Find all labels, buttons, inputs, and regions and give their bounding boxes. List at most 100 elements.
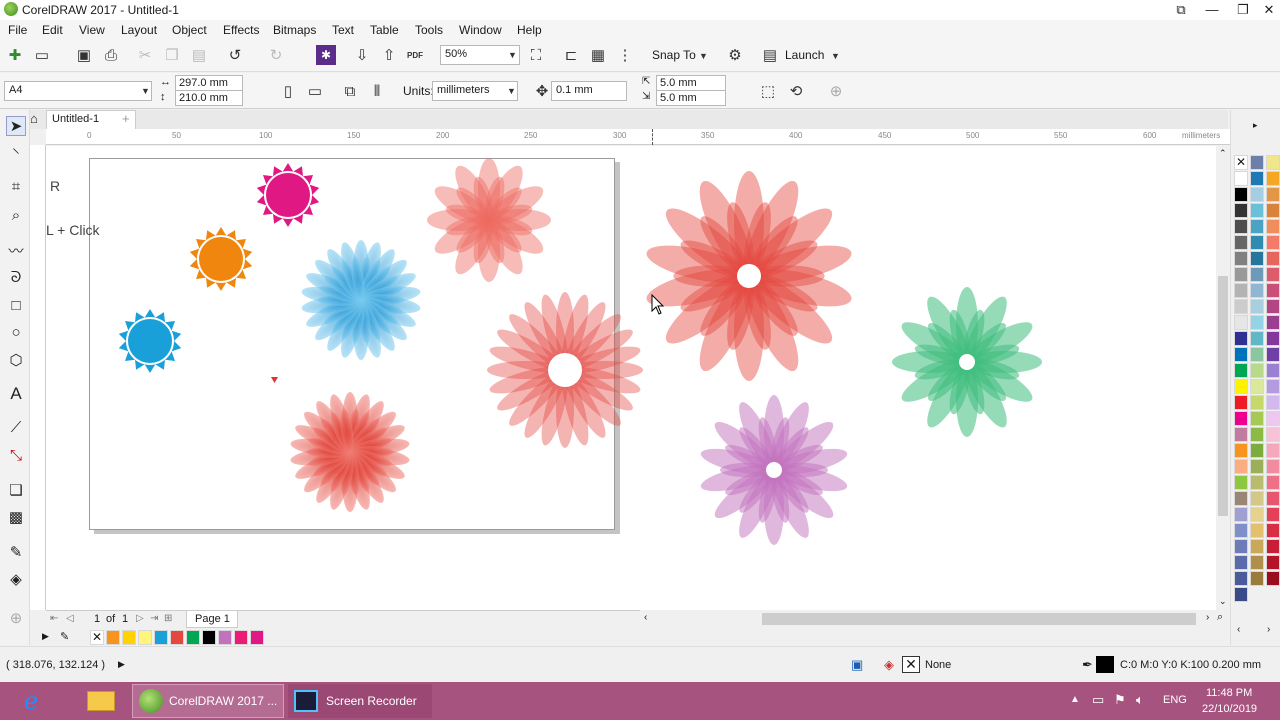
language-indicator[interactable]: ENG xyxy=(1163,694,1187,706)
color-swatch[interactable] xyxy=(1234,219,1248,234)
last-page-icon[interactable]: ⇥ xyxy=(150,613,158,624)
page-tab[interactable]: Page 1 xyxy=(186,611,238,628)
import-icon[interactable]: ⇩ xyxy=(352,45,372,65)
zoom-tool-icon[interactable]: ⌕ xyxy=(6,205,26,225)
color-swatch[interactable] xyxy=(1234,475,1248,490)
color-swatch[interactable] xyxy=(1234,587,1248,602)
eyedropper-icon[interactable]: ✎ xyxy=(60,630,69,643)
ellipse-tool-icon[interactable]: ○ xyxy=(6,322,26,342)
chevron-down-icon[interactable]: ▼ xyxy=(141,86,150,96)
text-tool-icon[interactable]: A xyxy=(6,384,26,404)
file-explorer-icon[interactable] xyxy=(84,684,118,718)
cut-icon[interactable]: ✂ xyxy=(135,45,155,65)
prev-page-icon[interactable]: ◁ xyxy=(66,613,74,624)
document-color-swatch[interactable] xyxy=(250,630,264,645)
red-flower-shape[interactable] xyxy=(289,392,410,512)
crop-tool-icon[interactable]: ⌗ xyxy=(6,176,26,196)
menu-file[interactable]: File xyxy=(8,23,27,37)
no-fill-swatch-icon[interactable]: ✕ xyxy=(902,656,920,673)
freehand-tool-icon[interactable]: 〰 xyxy=(6,240,26,260)
redo-icon[interactable]: ↻ xyxy=(266,45,286,65)
color-swatch[interactable] xyxy=(1250,491,1264,506)
color-swatch[interactable] xyxy=(1250,571,1264,586)
color-swatch[interactable] xyxy=(1234,363,1248,378)
save-icon[interactable]: ▣ xyxy=(74,45,94,65)
drop-shadow-icon[interactable]: ❏ xyxy=(6,480,26,500)
paste-icon[interactable]: ▤ xyxy=(189,45,209,65)
menu-effects[interactable]: Effects xyxy=(223,23,259,37)
draw-ruler-icon[interactable]: ⟲ xyxy=(786,81,806,101)
artwork[interactable] xyxy=(46,146,1216,610)
palette-scroll-right-icon[interactable]: › xyxy=(1267,624,1270,635)
color-swatch[interactable] xyxy=(1250,475,1264,490)
landscape-icon[interactable]: ▭ xyxy=(305,81,325,101)
red-ring-flower-shape[interactable] xyxy=(487,292,643,448)
color-swatch[interactable] xyxy=(1250,155,1264,170)
duplicate-x-field[interactable]: 5.0 mm xyxy=(656,75,726,91)
all-pages-icon[interactable]: ⧉ xyxy=(340,81,360,101)
polygon-tool-icon[interactable]: ⬡ xyxy=(6,350,26,370)
color-swatch[interactable] xyxy=(1266,347,1280,362)
document-color-swatch[interactable] xyxy=(234,630,248,645)
document-color-swatch[interactable] xyxy=(138,630,152,645)
export-icon[interactable]: ⇧ xyxy=(379,45,399,65)
color-swatch[interactable] xyxy=(1250,555,1264,570)
color-proof-icon[interactable]: ▣ xyxy=(851,657,863,673)
color-swatch[interactable] xyxy=(1266,331,1280,346)
color-swatch[interactable] xyxy=(1250,203,1264,218)
artistic-media-icon[interactable]: ᘐ xyxy=(6,267,26,287)
color-swatch[interactable] xyxy=(1266,219,1280,234)
search-content-icon[interactable]: ✱ xyxy=(316,45,336,65)
connector-tool-icon[interactable]: ⤡ xyxy=(6,445,26,465)
horizontal-ruler[interactable]: 0 50 100 150 200 250 300 350 400 450 500… xyxy=(46,129,1230,145)
color-swatch[interactable] xyxy=(1266,491,1280,506)
no-color-swatch-icon[interactable]: ✕ xyxy=(90,630,104,645)
document-color-swatch[interactable] xyxy=(106,630,120,645)
color-swatch[interactable] xyxy=(1266,427,1280,442)
pick-tool-icon[interactable]: ➤ xyxy=(6,116,26,136)
color-swatch[interactable] xyxy=(1234,379,1248,394)
color-swatch[interactable] xyxy=(1234,443,1248,458)
menu-layout[interactable]: Layout xyxy=(121,23,157,37)
nudge-distance-field[interactable]: 0.1 mm xyxy=(551,81,627,101)
current-page-icon[interactable]: ⫴ xyxy=(367,81,387,101)
rectangle-tool-icon[interactable]: □ xyxy=(6,295,26,315)
color-swatch[interactable] xyxy=(1250,267,1264,282)
document-color-swatch[interactable] xyxy=(186,630,200,645)
add-page-icon[interactable]: ⊞ xyxy=(164,613,172,624)
customize-add-icon[interactable]: ⊕ xyxy=(6,608,26,628)
color-swatch[interactable] xyxy=(1266,459,1280,474)
color-swatch[interactable] xyxy=(1266,555,1280,570)
menu-object[interactable]: Object xyxy=(172,23,207,37)
color-swatch[interactable] xyxy=(1234,491,1248,506)
parallel-dimension-icon[interactable]: ⟋ xyxy=(6,417,26,437)
transparency-tool-icon[interactable]: ▩ xyxy=(6,507,26,527)
color-swatch[interactable] xyxy=(1266,267,1280,282)
color-swatch[interactable] xyxy=(1234,347,1248,362)
no-color-swatch-icon[interactable]: ✕ xyxy=(1234,155,1248,170)
orange-sun-shape[interactable] xyxy=(189,227,253,291)
color-swatch[interactable] xyxy=(1250,379,1264,394)
document-color-swatch[interactable] xyxy=(170,630,184,645)
color-swatch[interactable] xyxy=(1250,427,1264,442)
color-swatch[interactable] xyxy=(1250,331,1264,346)
menu-table[interactable]: Table xyxy=(370,23,399,37)
launch-icon[interactable]: ▤ xyxy=(760,45,780,65)
tray-overflow-icon[interactable]: ▲ xyxy=(1070,694,1080,705)
color-swatch[interactable] xyxy=(1234,235,1248,250)
color-swatch[interactable] xyxy=(1250,395,1264,410)
horizontal-scrollbar[interactable]: ‹ › ⌕ xyxy=(640,610,1230,628)
print-icon[interactable]: ⎙ xyxy=(101,45,121,65)
restore-icon[interactable]: ⧉ xyxy=(1166,0,1196,20)
duplicate-y-field[interactable]: 5.0 mm xyxy=(656,90,726,106)
color-swatch[interactable] xyxy=(1266,187,1280,202)
color-swatch[interactable] xyxy=(1234,331,1248,346)
color-swatch[interactable] xyxy=(1250,459,1264,474)
document-color-swatch[interactable] xyxy=(122,630,136,645)
vertical-ruler[interactable] xyxy=(30,145,46,610)
color-swatch[interactable] xyxy=(1266,203,1280,218)
color-swatch[interactable] xyxy=(1250,363,1264,378)
document-color-swatch[interactable] xyxy=(154,630,168,645)
color-swatch[interactable] xyxy=(1266,443,1280,458)
home-icon[interactable]: ⌂ xyxy=(30,111,38,126)
